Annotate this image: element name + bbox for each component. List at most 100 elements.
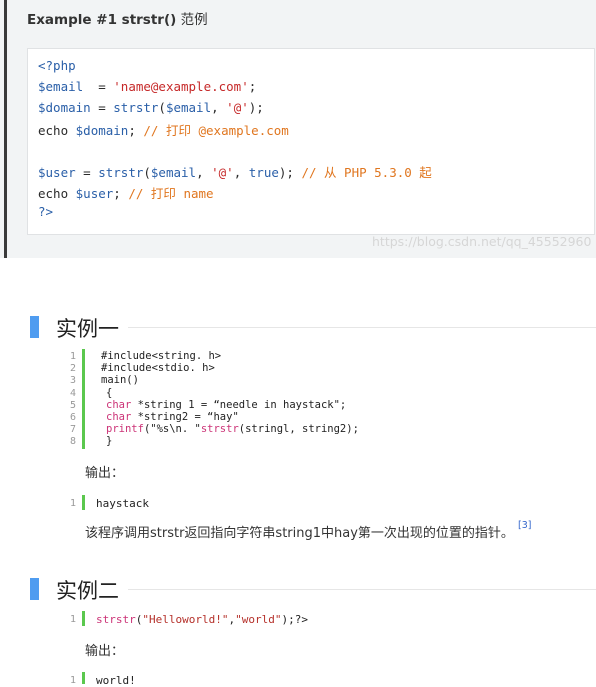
code-token: ("%s\n. "	[143, 423, 201, 436]
section-accent-bar	[30, 316, 39, 338]
code-token: );?>	[281, 613, 308, 626]
line-number: 7	[69, 424, 76, 436]
code-token: #include<stdio. h>	[101, 362, 215, 375]
code-token: char	[106, 411, 132, 423]
line-number: 1	[69, 351, 76, 362]
code-line: echo $user; // 打印 name	[38, 183, 214, 202]
code-line: #include<string. h>	[101, 350, 221, 362]
code-token: );	[278, 165, 302, 180]
output-label: 输出：	[85, 466, 125, 481]
code-token: $user	[75, 185, 114, 201]
code-line: $user = strstr($email, '@', true); // 从 …	[38, 162, 432, 181]
code-token: $domain	[75, 123, 129, 139]
code-token: ?>	[38, 203, 54, 219]
section-divider	[128, 589, 596, 590]
example2-code-line: strstr("Helloworld!","world");?>	[96, 613, 308, 626]
code-token: // 打印 name	[128, 185, 214, 201]
code-token: =	[75, 165, 99, 180]
code-token: #include<string. h>	[101, 350, 222, 362]
code-token: // 打印 @example.com	[143, 123, 289, 139]
code-line: #include<stdio. h>	[101, 362, 215, 374]
code-token: strstr	[200, 423, 239, 436]
code-line: }	[106, 435, 112, 447]
code-line: {	[106, 387, 112, 399]
code-token: $domain	[38, 99, 91, 115]
code-line: char *string 1 = “needle in haystack";	[106, 399, 346, 411]
line-number: 1	[69, 675, 76, 686]
code-token: (stringl, string2);	[238, 423, 359, 436]
code-token: ;	[248, 78, 257, 94]
section-heading-example1: 实例一	[56, 317, 119, 341]
code-token: =	[90, 99, 114, 115]
code-line: <?php	[38, 58, 76, 73]
code-token: =	[83, 78, 114, 94]
code-line: echo $domain; // 打印 @example.com	[38, 120, 289, 139]
output-text: world!	[96, 674, 136, 687]
code-token: char	[106, 398, 132, 411]
code-token: (	[143, 165, 151, 180]
gutter-bar	[82, 349, 85, 449]
code-token: true	[248, 165, 279, 180]
code-token: ,	[211, 99, 227, 115]
code-token: ;	[128, 123, 144, 139]
code-token: (	[158, 99, 166, 115]
code-token: strstr	[113, 99, 159, 115]
example-title-bold: Example #1 strstr()	[27, 12, 177, 28]
gutter-bar	[82, 672, 85, 684]
code-token: echo	[38, 123, 76, 139]
code-token: $user	[38, 165, 76, 180]
footnote-link[interactable]: [3]	[518, 520, 531, 531]
code-token: main()	[101, 374, 139, 387]
section-heading-example2: 实例二	[56, 579, 119, 603]
code-token: *string2 = “hay"	[131, 411, 239, 423]
code-token: strstr	[96, 613, 136, 626]
output-label: 输出：	[85, 644, 125, 659]
code-token: "Helloworld!"	[142, 613, 229, 626]
line-number: 1	[69, 498, 76, 509]
code-token: *string 1 = “needle in haystack";	[131, 398, 347, 411]
php-example-panel: Example #1 strstr() 范例 <?php $email = 'na…	[0, 0, 596, 258]
code-token: printf	[106, 423, 144, 436]
watermark: https://blog.csdn.net/qq_45552960	[372, 234, 592, 249]
code-token: // 从 PHP 5.3.0 起	[301, 165, 432, 180]
code-line: printf("%s\n. "strstr(stringl, string2);	[106, 423, 359, 435]
code-token: strstr	[98, 165, 144, 180]
code-token: ,	[233, 165, 249, 180]
description-text: 该程序调用strstr返回指向字符串string1中hay第一次出现的位置的指针…	[85, 526, 514, 541]
line-number: 1	[69, 614, 76, 625]
line-number: 8	[69, 436, 76, 448]
code-token: ;	[113, 185, 129, 201]
code-line: char *string2 = “hay"	[106, 411, 239, 423]
line-number: 6	[69, 412, 76, 423]
section-accent-bar	[30, 578, 39, 600]
code-line: ?>	[38, 204, 53, 219]
panel-left-border	[4, 0, 7, 258]
code-token: }	[106, 435, 113, 448]
gutter-bar	[82, 611, 85, 626]
code-token: $email	[150, 165, 197, 180]
line-number: 4	[69, 387, 76, 399]
php-code-block: <?php $email = 'name@example.com'; $domain…	[27, 48, 595, 235]
output-text: haystack	[96, 497, 149, 510]
section-divider	[128, 327, 596, 328]
code-token: '@'	[211, 165, 234, 180]
code-token: {	[106, 386, 113, 399]
code-token: '@'	[226, 99, 249, 115]
code-token: <?php	[38, 58, 76, 73]
example-title: Example #1 strstr() 范例	[27, 8, 208, 28]
code-token: $email	[165, 99, 212, 115]
code-token: );	[248, 99, 264, 115]
code-line: $domain = strstr($email, '@');	[38, 100, 264, 115]
line-number: 5	[69, 399, 76, 411]
code-line: $email = 'name@example.com';	[38, 79, 256, 94]
gutter-bar	[82, 495, 85, 510]
code-token: ,	[196, 165, 212, 180]
code-token: echo	[38, 185, 76, 201]
example-title-suffix: 范例	[176, 12, 208, 28]
line-number: 3	[69, 375, 76, 387]
code-token: $email	[38, 78, 84, 94]
code-token: "world"	[235, 613, 282, 626]
code-line: main()	[101, 374, 139, 386]
code-token: 'name@example.com'	[113, 78, 249, 94]
line-number: 2	[69, 363, 76, 375]
